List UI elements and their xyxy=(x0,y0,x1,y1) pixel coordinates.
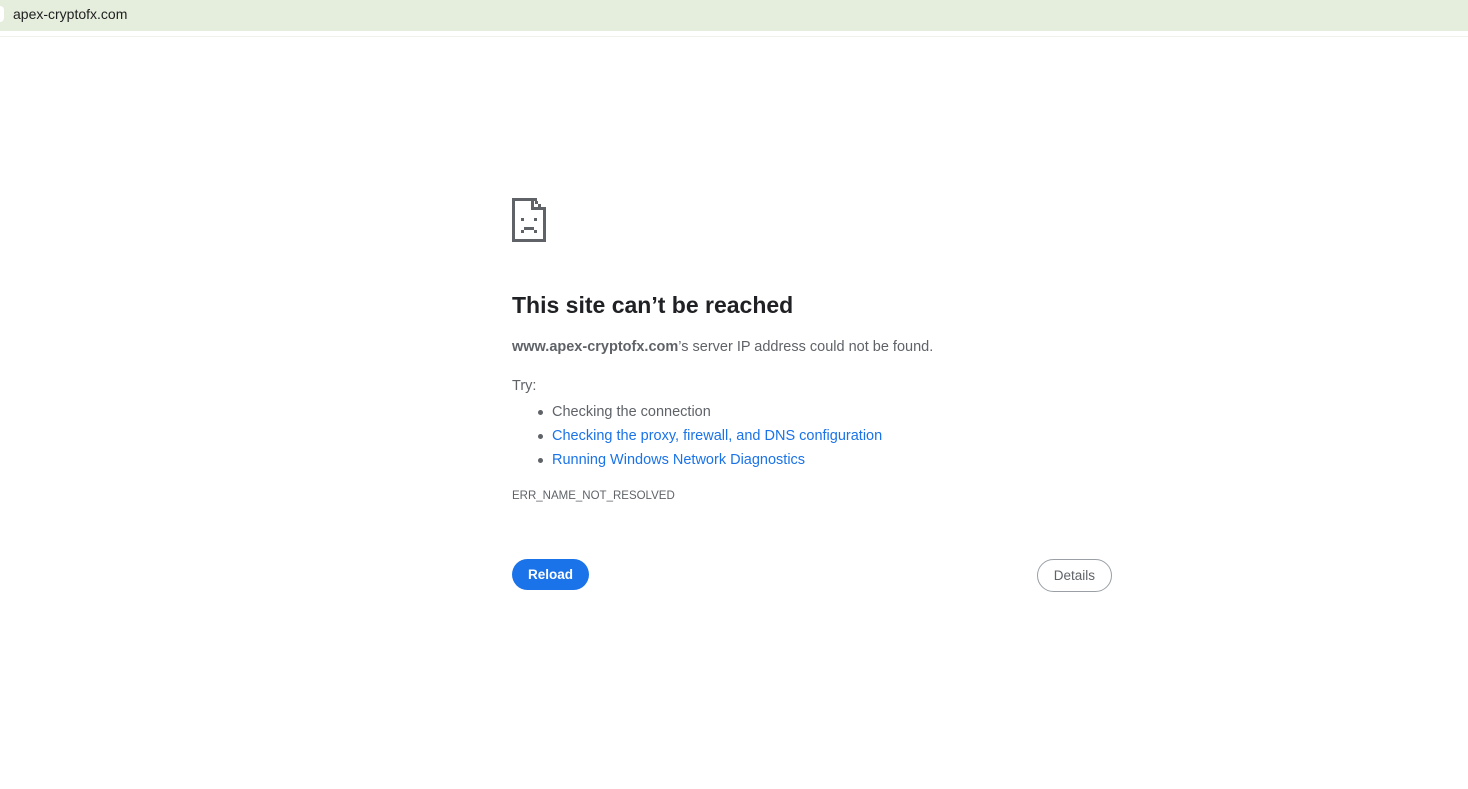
error-code: ERR_NAME_NOT_RESOLVED xyxy=(512,490,675,502)
error-title: This site can’t be reached xyxy=(512,292,794,318)
tab-edge-indicator xyxy=(0,6,4,22)
address-bar[interactable]: apex-cryptofx.com xyxy=(0,0,1468,31)
toolbar-divider xyxy=(0,36,1468,37)
details-button[interactable]: Details xyxy=(1036,559,1112,592)
error-summary: www.apex-cryptofx.com’s server IP addres… xyxy=(512,337,1112,357)
suggestion-proxy-firewall-dns-link[interactable]: Checking the proxy, firewall, and DNS co… xyxy=(538,424,1112,448)
try-label: Try: xyxy=(512,378,537,394)
error-page-content: This site can’t be reached www.apex-cryp… xyxy=(512,198,1112,593)
reload-button[interactable]: Reload xyxy=(512,559,590,590)
suggestion-network-diagnostics-link[interactable]: Running Windows Network Diagnostics xyxy=(538,448,1112,472)
error-host: www.apex-cryptofx.com xyxy=(512,339,679,355)
url-text[interactable]: apex-cryptofx.com xyxy=(13,5,127,23)
suggestion-check-connection: Checking the connection xyxy=(538,400,1112,424)
suggestions-list: Checking the connection Checking the pro… xyxy=(512,400,1112,472)
error-summary-text: ’s server IP address could not be found. xyxy=(678,339,934,355)
sad-page-icon xyxy=(512,198,546,242)
button-row: Reload Details xyxy=(512,559,1112,593)
